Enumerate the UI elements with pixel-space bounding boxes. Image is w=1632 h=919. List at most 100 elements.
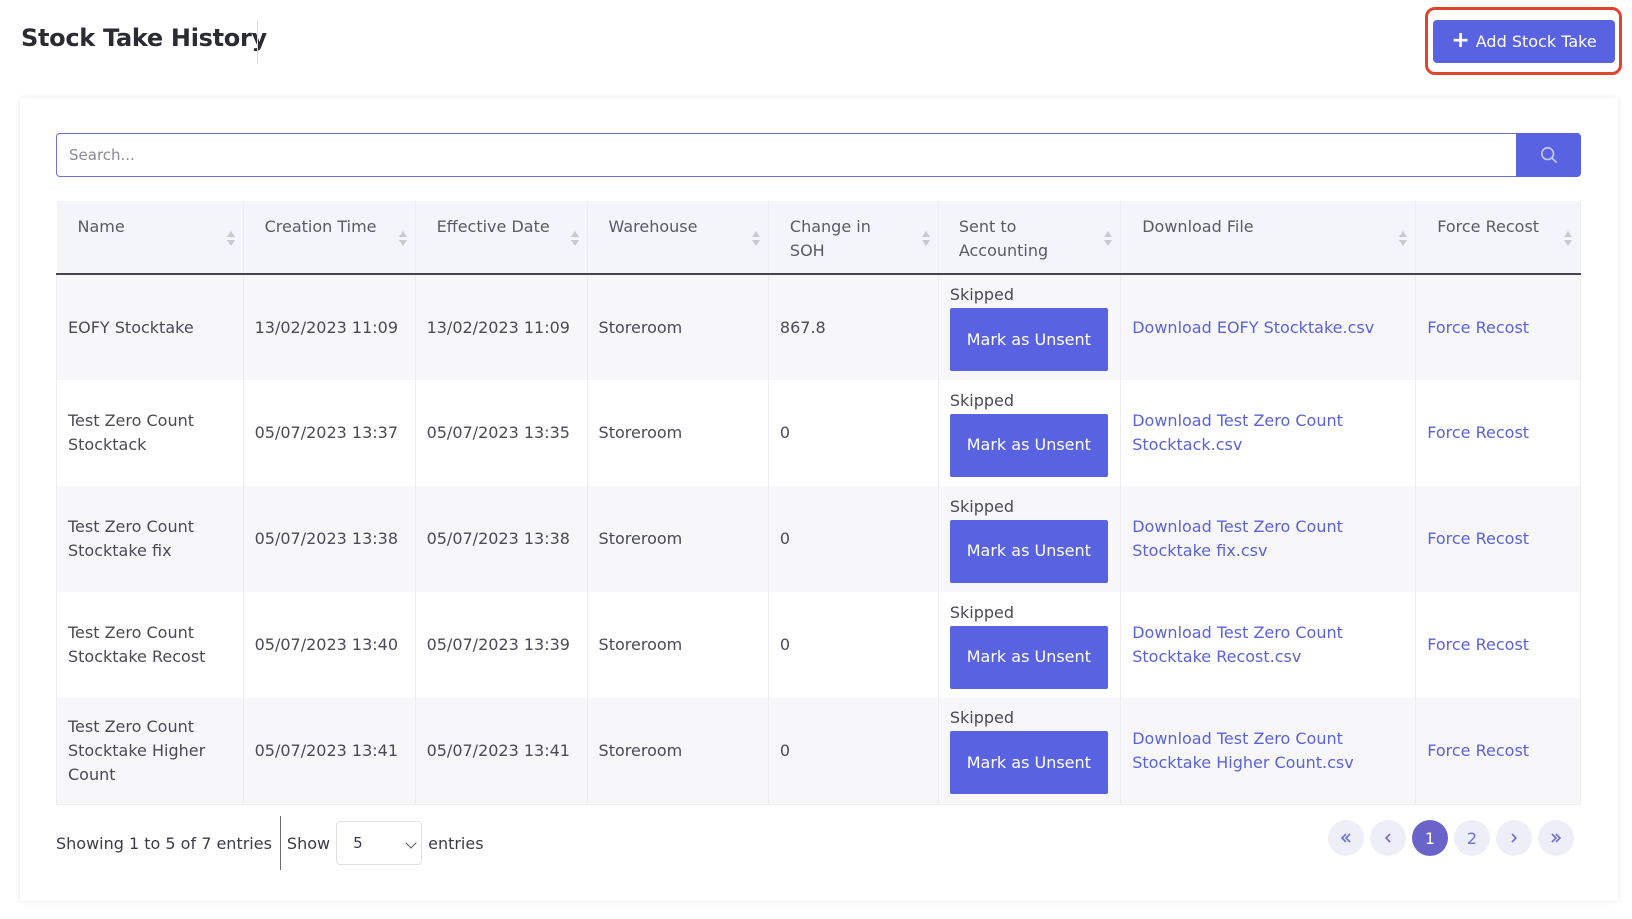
info-divider bbox=[279, 816, 281, 870]
entries-per-page-select[interactable]: 5 bbox=[336, 821, 423, 865]
cell-change-in-soh: 0 bbox=[768, 380, 939, 486]
entries-select-value: 5 bbox=[353, 834, 363, 852]
sort-icon bbox=[921, 231, 930, 247]
download-file-link[interactable]: Download Test Zero Count Stocktake Recos… bbox=[1132, 623, 1343, 666]
stock-take-card: Name Creation Time Effective Date Wareho… bbox=[20, 98, 1618, 901]
entries-label: entries bbox=[428, 833, 484, 853]
next-page-button[interactable] bbox=[1496, 820, 1532, 856]
sent-status: Skipped bbox=[949, 602, 1015, 622]
mark-as-unsent-button[interactable]: Mark as Unsent bbox=[949, 519, 1108, 583]
cell-sent-to-accounting: Skipped Mark as Unsent bbox=[938, 592, 1122, 698]
cell-effective-date: 05/07/2023 13:41 bbox=[415, 698, 588, 805]
cell-creation-time: 05/07/2023 13:40 bbox=[243, 592, 416, 698]
column-header-name[interactable]: Name bbox=[56, 201, 244, 275]
cell-change-in-soh: 0 bbox=[768, 486, 939, 592]
download-file-link[interactable]: Download Test Zero Count Stocktake Highe… bbox=[1132, 729, 1353, 772]
force-recost-link[interactable]: Force Recost bbox=[1427, 423, 1529, 442]
download-file-link[interactable]: Download EOFY Stocktake.csv bbox=[1132, 318, 1374, 337]
cell-name: Test Zero Count Stocktack bbox=[56, 380, 244, 486]
cell-download-file: Download EOFY Stocktake.csv bbox=[1120, 274, 1417, 380]
mark-as-unsent-button[interactable]: Mark as Unsent bbox=[949, 413, 1108, 477]
cell-download-file: Download Test Zero Count Stocktake fix.c… bbox=[1120, 486, 1417, 592]
sort-icon bbox=[751, 231, 760, 247]
force-recost-link[interactable]: Force Recost bbox=[1427, 741, 1529, 760]
mark-as-unsent-button[interactable]: Mark as Unsent bbox=[949, 731, 1108, 795]
cell-force-recost: Force Recost bbox=[1415, 698, 1581, 805]
download-file-link[interactable]: Download Test Zero Count Stocktake fix.c… bbox=[1132, 517, 1343, 560]
cell-effective-date: 13/02/2023 11:09 bbox=[415, 274, 588, 380]
plus-icon: + bbox=[1451, 27, 1470, 53]
cell-warehouse: Storeroom bbox=[587, 592, 769, 698]
search-bar bbox=[56, 133, 1581, 177]
page-button-1[interactable]: 1 bbox=[1412, 820, 1448, 856]
cell-effective-date: 05/07/2023 13:39 bbox=[415, 592, 588, 698]
pagination: 1 2 bbox=[1328, 820, 1574, 856]
cell-force-recost: Force Recost bbox=[1415, 380, 1581, 486]
stock-take-table: Name Creation Time Effective Date Wareho… bbox=[56, 201, 1581, 805]
cell-creation-time: 05/07/2023 13:37 bbox=[243, 380, 416, 486]
cell-change-in-soh: 0 bbox=[768, 698, 939, 805]
force-recost-link[interactable]: Force Recost bbox=[1427, 635, 1529, 654]
column-header-force-recost[interactable]: Force Recost bbox=[1415, 201, 1581, 275]
double-chevron-right-icon bbox=[1551, 833, 1562, 843]
table-row: EOFY Stocktake 13/02/2023 11:09 13/02/2023… bbox=[56, 274, 1581, 380]
mark-as-unsent-button[interactable]: Mark as Unsent bbox=[949, 308, 1108, 371]
sort-icon bbox=[226, 231, 235, 247]
add-stock-take-label: Add Stock Take bbox=[1475, 32, 1597, 51]
sort-icon bbox=[1104, 231, 1113, 247]
sort-icon bbox=[1399, 231, 1408, 247]
column-header-download-file[interactable]: Download File bbox=[1120, 201, 1417, 275]
mark-as-unsent-button[interactable]: Mark as Unsent bbox=[949, 625, 1108, 689]
cell-effective-date: 05/07/2023 13:35 bbox=[415, 380, 588, 486]
title-divider bbox=[257, 20, 258, 64]
cell-download-file: Download Test Zero Count Stocktack.csv bbox=[1120, 380, 1417, 486]
last-page-button[interactable] bbox=[1538, 820, 1574, 856]
sent-status: Skipped bbox=[949, 390, 1015, 410]
cell-force-recost: Force Recost bbox=[1415, 274, 1581, 380]
cell-sent-to-accounting: Skipped Mark as Unsent bbox=[938, 274, 1122, 380]
column-header-effective-date[interactable]: Effective Date bbox=[415, 201, 588, 275]
cell-creation-time: 05/07/2023 13:41 bbox=[243, 698, 416, 805]
cell-creation-time: 05/07/2023 13:38 bbox=[243, 486, 416, 592]
column-header-creation-time[interactable]: Creation Time bbox=[243, 201, 416, 275]
show-label: Show bbox=[286, 833, 331, 853]
sent-status: Skipped bbox=[949, 708, 1015, 728]
column-header-warehouse[interactable]: Warehouse bbox=[587, 201, 769, 275]
add-stock-take-button[interactable]: + Add Stock Take bbox=[1433, 20, 1615, 63]
chevron-right-icon bbox=[1511, 833, 1518, 843]
cell-name: Test Zero Count Stocktake Recost bbox=[56, 592, 244, 698]
sort-icon bbox=[1564, 231, 1572, 247]
download-file-link[interactable]: Download Test Zero Count Stocktack.csv bbox=[1132, 411, 1343, 454]
cell-warehouse: Storeroom bbox=[587, 486, 769, 592]
cell-force-recost: Force Recost bbox=[1415, 486, 1581, 592]
sent-status: Skipped bbox=[949, 496, 1015, 516]
table-row: Test Zero Count Stocktake Higher Count 05… bbox=[56, 698, 1581, 805]
sort-icon bbox=[398, 231, 407, 247]
table-body: EOFY Stocktake 13/02/2023 11:09 13/02/2023… bbox=[56, 274, 1581, 805]
cell-change-in-soh: 0 bbox=[768, 592, 939, 698]
table-footer: Showing 1 to 5 of 7 entries Show 5 entri… bbox=[56, 816, 484, 870]
cell-name: Test Zero Count Stocktake Higher Count bbox=[56, 698, 244, 805]
cell-download-file: Download Test Zero Count Stocktake Highe… bbox=[1120, 698, 1417, 805]
search-input[interactable] bbox=[56, 133, 1517, 177]
chevron-down-icon bbox=[405, 837, 417, 849]
search-icon bbox=[1540, 146, 1557, 164]
table-row: Test Zero Count Stocktake Recost 05/07/20… bbox=[56, 592, 1581, 698]
page-title: Stock Take History bbox=[21, 24, 267, 52]
table-row: Test Zero Count Stocktake fix 05/07/2023 … bbox=[56, 486, 1581, 592]
sort-icon bbox=[570, 231, 579, 247]
cell-warehouse: Storeroom bbox=[587, 380, 769, 486]
cell-name: Test Zero Count Stocktake fix bbox=[56, 486, 244, 592]
force-recost-link[interactable]: Force Recost bbox=[1427, 318, 1529, 337]
cell-download-file: Download Test Zero Count Stocktake Recos… bbox=[1120, 592, 1417, 698]
force-recost-link[interactable]: Force Recost bbox=[1427, 529, 1529, 548]
column-header-change-in-soh[interactable]: Change in SOH bbox=[768, 201, 939, 275]
prev-page-button[interactable] bbox=[1370, 820, 1406, 856]
search-button[interactable] bbox=[1516, 133, 1581, 177]
column-header-sent-to-accounting[interactable]: Sent to Accounting bbox=[938, 201, 1122, 275]
cell-change-in-soh: 867.8 bbox=[768, 274, 939, 380]
page-button-2[interactable]: 2 bbox=[1454, 820, 1490, 856]
page-header: Stock Take History + Add Stock Take bbox=[0, 0, 1632, 84]
cell-effective-date: 05/07/2023 13:38 bbox=[415, 486, 588, 592]
first-page-button[interactable] bbox=[1328, 820, 1364, 856]
